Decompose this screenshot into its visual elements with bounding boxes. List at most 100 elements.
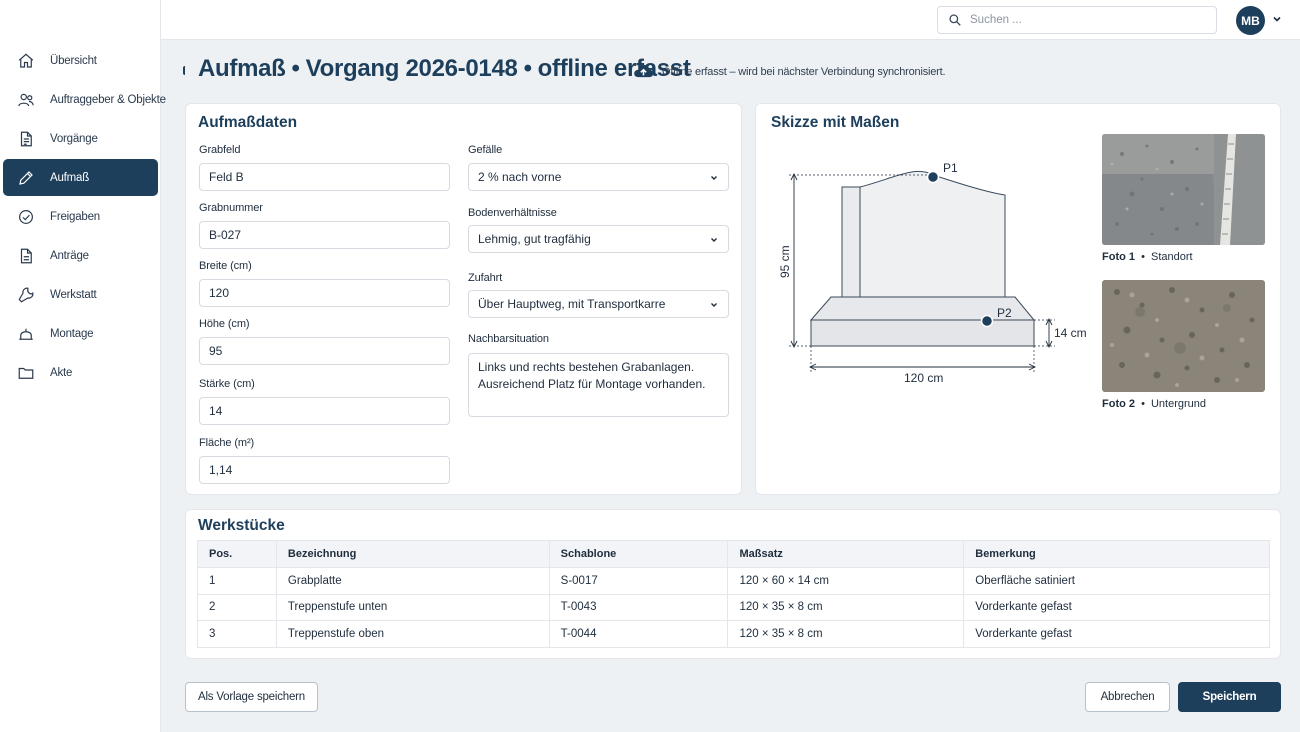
sidebar-item-akte[interactable]: Akte [3, 354, 158, 391]
width-dimension-label: 120 cm [904, 371, 943, 385]
grabfeld-field[interactable]: Feld B [199, 163, 450, 191]
sidebar-item-freigaben[interactable]: Freigaben [3, 198, 158, 235]
hoehe-field[interactable]: 95 [199, 337, 450, 365]
point-p2-label: P2 [997, 306, 1012, 320]
zufahrt-value: Über Hauptweg, mit Transportkarre [478, 297, 666, 311]
cell-bemerkung: Vorderkante gefast [963, 620, 1270, 648]
workpieces-table: Pos. Bezeichnung Schablone Maßsatz Bemer… [197, 540, 1270, 648]
gefaelle-select[interactable]: 2 % nach vorne [468, 163, 729, 191]
sidebar-item-label: Aufmaß [50, 171, 90, 184]
nachbar-line: Ausreichend Platz für Montage vorhanden. [478, 377, 706, 391]
column-header[interactable]: Pos. [197, 540, 277, 568]
sidebar-item-label: Montage [50, 327, 94, 340]
save-as-template-button[interactable]: Als Vorlage speichern [185, 682, 318, 712]
sidebar-nav: Übersicht Auftraggeber & Objekte Vorgäng… [0, 40, 166, 393]
flaeche-label: Fläche (m²) [199, 437, 255, 449]
sidebar-item-werkstatt[interactable]: Werkstatt [3, 276, 158, 313]
zufahrt-select[interactable]: Über Hauptweg, mit Transportkarre [468, 290, 729, 318]
nachbar-line: Links und rechts bestehen Grabanlagen. [478, 360, 695, 374]
nachbar-label: Nachbarsituation [468, 333, 549, 345]
photo-standort[interactable] [1102, 134, 1265, 245]
flaeche-field[interactable]: 1,14 [199, 456, 450, 484]
sidebar-item-label: Anträge [50, 249, 89, 262]
table-row[interactable]: 1 Grabplatte S-0017 120 × 60 × 14 cm Obe… [197, 567, 1270, 595]
sidebar-item-vorgaenge[interactable]: Vorgänge [3, 120, 158, 157]
photo-label: Foto 2 [1102, 398, 1135, 410]
search-box[interactable] [937, 6, 1217, 34]
column-header[interactable]: Maßsatz [727, 540, 965, 568]
cancel-button[interactable]: Abbrechen [1085, 682, 1170, 712]
table-row[interactable]: 3 Treppenstufe oben T-0044 120 × 35 × 8 … [197, 620, 1270, 648]
cloud-upload-icon [634, 64, 654, 78]
sidebar-item-label: Übersicht [50, 54, 97, 67]
form-title: Aufmaßdaten [198, 114, 298, 131]
staerke-field[interactable]: 14 [199, 397, 450, 425]
grabfeld-label: Grabfeld [199, 144, 241, 156]
grave-sketch: 95 cm 14 cm 120 cm P1 P2 [778, 161, 1087, 385]
avatar[interactable]: MB [1236, 6, 1265, 35]
sketch-title: Skizze mit Maßen [771, 114, 900, 131]
topbar: MB [161, 0, 1300, 40]
chevron-down-icon[interactable] [1271, 13, 1283, 25]
column-header[interactable]: Bemerkung [963, 540, 1270, 568]
grabnummer-field[interactable]: B-027 [199, 221, 450, 249]
file-icon [17, 247, 35, 265]
column-header[interactable]: Bezeichnung [275, 540, 550, 568]
chevron-down-icon [711, 238, 717, 242]
table-header-row: Pos. Bezeichnung Schablone Maßsatz Bemer… [197, 540, 1270, 568]
staerke-label: Stärke (cm) [199, 378, 255, 390]
workpieces-title: Werkstücke [198, 517, 285, 534]
gefaelle-value: 2 % nach vorne [478, 170, 562, 184]
cell-masssatz: 120 × 60 × 14 cm [727, 567, 965, 595]
photo-untergrund[interactable] [1102, 280, 1265, 392]
photo-caption: Untergrund [1150, 398, 1207, 410]
search-input[interactable] [970, 14, 1190, 26]
gefaelle-label: Gefälle [468, 144, 503, 156]
sidebar-item-auftraggeber[interactable]: Auftraggeber & Objekte [3, 81, 166, 118]
height-dimension-label: 95 cm [778, 245, 792, 278]
sidebar-item-label: Werkstatt [50, 288, 97, 301]
cell-pos: 1 [197, 567, 277, 595]
point-p2-marker [980, 314, 994, 328]
breite-field[interactable]: 120 [199, 279, 450, 307]
save-button[interactable]: Speichern [1178, 682, 1281, 712]
title-separator: • [523, 55, 532, 82]
cell-bezeichnung: Grabplatte [275, 567, 550, 595]
sidebar-item-aufmass[interactable]: Aufmaß [3, 159, 158, 196]
zufahrt-label: Zufahrt [468, 272, 503, 284]
thickness-dimension-label: 14 cm [1054, 326, 1087, 340]
sidebar-item-montage[interactable]: Montage [3, 315, 158, 352]
sidebar-item-label: Freigaben [50, 210, 100, 223]
document-icon [17, 130, 35, 148]
stone-shape [841, 186, 861, 298]
cell-pos: 2 [197, 593, 277, 621]
boden-select[interactable]: Lehmig, gut tragfähig [468, 225, 729, 253]
cell-bezeichnung: Treppenstufe unten [275, 593, 550, 621]
page-title: Aufmaß • Vorgang 2026-0148 • offline erfasst [198, 55, 691, 83]
photo-untergrund-caption: Foto 2 • Untergrund [1102, 398, 1206, 410]
table-row[interactable]: 2 Treppenstufe unten T-0043 120 × 35 × 8… [197, 593, 1270, 621]
hoehe-label: Höhe (cm) [199, 318, 250, 330]
sidebar-item-antraege[interactable]: Anträge [3, 237, 158, 274]
cell-bezeichnung: Treppenstufe oben [275, 620, 550, 648]
photo-standort-caption: Foto 1 • Standort [1102, 251, 1193, 263]
cell-schablone: T-0044 [548, 620, 729, 648]
base-front [810, 319, 1035, 347]
point-p1-marker [926, 170, 940, 184]
photo-caption: Standort [1150, 251, 1193, 263]
sidebar-item-label: Akte [50, 366, 73, 379]
cell-bemerkung: Oberfläche satiniert [963, 567, 1270, 595]
boden-label: Bodenverhältnisse [468, 207, 557, 219]
collapse-handle[interactable] [183, 66, 187, 75]
column-header[interactable]: Schablone [548, 540, 729, 568]
pencil-icon [17, 169, 35, 187]
folder-icon [17, 364, 35, 382]
nachbar-textarea[interactable]: Links und rechts bestehen Grabanlagen. A… [468, 353, 729, 417]
cell-bemerkung: Vorderkante gefast [963, 593, 1270, 621]
cell-masssatz: 120 × 35 × 8 cm [727, 593, 965, 621]
users-icon [17, 91, 35, 109]
search-icon [949, 14, 961, 26]
chevron-down-icon [711, 303, 717, 307]
sidebar-item-uebersicht[interactable]: Übersicht [3, 42, 158, 79]
title-separator: • [291, 55, 300, 82]
